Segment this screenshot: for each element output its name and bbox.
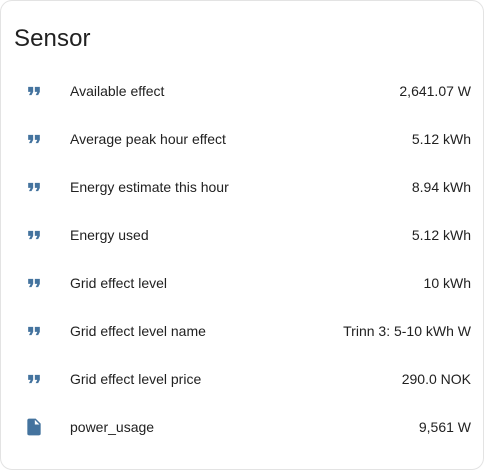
format-quote-close-icon bbox=[24, 225, 44, 245]
sensor-card: Sensor Available effect 2,641.07 W Avera… bbox=[0, 0, 484, 470]
entity-state: 8.94 kWh bbox=[411, 179, 471, 195]
entity-name: Energy used bbox=[70, 227, 149, 243]
file-icon bbox=[24, 417, 44, 437]
entity-row-average-peak-hour-effect[interactable]: Average peak hour effect 5.12 kWh bbox=[1, 119, 485, 159]
entity-name: Grid effect level bbox=[70, 275, 168, 291]
entity-state: 5.12 kWh bbox=[411, 227, 471, 243]
format-quote-close-icon bbox=[24, 273, 44, 293]
entity-name: Available effect bbox=[70, 83, 165, 99]
entity-name: Energy estimate this hour bbox=[70, 179, 229, 195]
entity-state: 2,641.07 W bbox=[399, 83, 471, 99]
entity-state: 5.12 kWh bbox=[411, 131, 471, 147]
entity-state: 9,561 W bbox=[418, 419, 471, 435]
entity-state: 10 kWh bbox=[423, 275, 471, 291]
entity-row-power-usage[interactable]: power_usage 9,561 W bbox=[1, 407, 485, 447]
entity-row-grid-effect-level-price[interactable]: Grid effect level price 290.0 NOK bbox=[1, 359, 485, 399]
format-quote-close-icon bbox=[24, 369, 44, 389]
entity-state: Trinn 3: 5-10 kWh W bbox=[343, 323, 471, 339]
entity-row-energy-used[interactable]: Energy used 5.12 kWh bbox=[1, 215, 485, 255]
format-quote-close-icon bbox=[24, 321, 44, 341]
entity-row-grid-effect-level-name[interactable]: Grid effect level name Trinn 3: 5-10 kWh… bbox=[1, 311, 485, 351]
format-quote-close-icon bbox=[24, 81, 44, 101]
entity-row-energy-estimate-this-hour[interactable]: Energy estimate this hour 8.94 kWh bbox=[1, 167, 485, 207]
entity-name: Grid effect level price bbox=[70, 371, 202, 387]
entity-name: Average peak hour effect bbox=[70, 131, 226, 147]
format-quote-close-icon bbox=[24, 129, 44, 149]
entity-name: power_usage bbox=[70, 419, 155, 435]
entity-row-grid-effect-level[interactable]: Grid effect level 10 kWh bbox=[1, 263, 485, 303]
entity-state: 290.0 NOK bbox=[401, 371, 471, 387]
card-title: Sensor bbox=[14, 25, 91, 52]
format-quote-close-icon bbox=[24, 177, 44, 197]
entity-name: Grid effect level name bbox=[70, 323, 206, 339]
entity-row-available-effect[interactable]: Available effect 2,641.07 W bbox=[1, 71, 485, 111]
